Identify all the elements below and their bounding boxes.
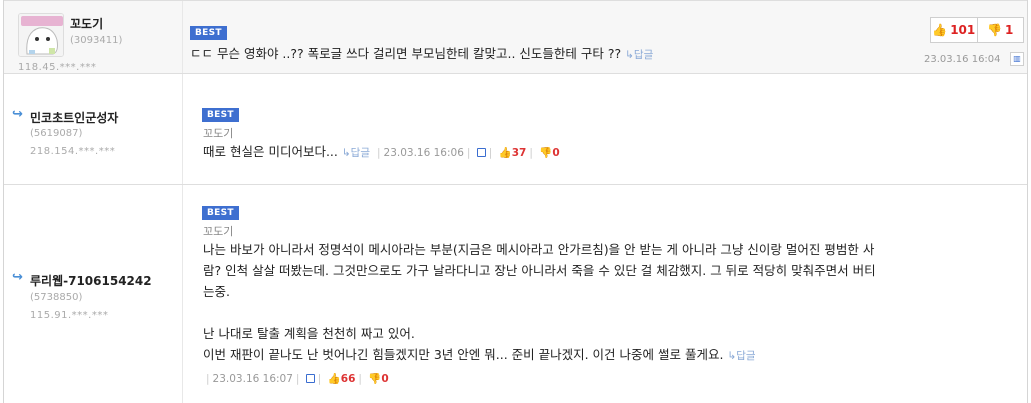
upvote-count: 66: [340, 373, 356, 385]
comment-meta: | 23.03.16 16:07 | | 👍66 | 👎0: [206, 373, 389, 385]
nickname[interactable]: 꼬도기: [70, 15, 103, 32]
thumbs-down-icon[interactable]: 👎: [368, 373, 381, 385]
reply-link[interactable]: ↳답글: [342, 147, 370, 159]
nickname[interactable]: 민코초트인군성자: [30, 109, 118, 126]
comment-body: 때로 현실은 미디어보다...: [203, 144, 338, 159]
reply-link[interactable]: ↳답글: [625, 49, 653, 61]
comment-author: 꼬도기: [203, 127, 234, 140]
comment-date: 23.03.16 16:06: [383, 147, 464, 159]
report-icon[interactable]: [305, 374, 315, 383]
comment-line: 는중.: [203, 284, 230, 299]
reply-link[interactable]: ↳답글: [727, 350, 755, 362]
best-badge: BEST: [202, 108, 239, 122]
ip-address: 218.154.***.***: [30, 146, 116, 157]
reply-arrow-icon: ↪: [12, 107, 23, 122]
downvote-count: 0: [381, 373, 389, 385]
comment-date: 23.03.16 16:07: [212, 373, 293, 385]
comment-line: 람? 인척 살살 떠봤는데. 그것만으로도 가구 날라다니고 장난 아니라서 죽…: [203, 263, 876, 278]
upvote-count: 101: [950, 23, 976, 37]
comment-list: 꼬도기 (3093411) 118.45.***.*** BEST ㄷㄷ 무슨 …: [3, 0, 1028, 403]
thumbs-up-icon: 👍: [932, 23, 948, 37]
vote-box: 👍 101 👎 1: [930, 17, 1024, 43]
best-badge: BEST: [202, 206, 239, 220]
upvote-count: 37: [511, 147, 527, 159]
reply-arrow-icon: ↪: [12, 270, 23, 285]
comment-body: ㄷㄷ 무슨 영화야 ..?? 폭로글 쓰다 걸리면 부모님한테 칼맞고.. 신도…: [190, 46, 622, 61]
downvote-button[interactable]: 👎 1: [976, 18, 1024, 42]
comment-line: 난 나대로 탈출 계획을 천천히 짜고 있어.: [203, 326, 415, 341]
comment-text: 나는 바보가 아니라서 정명석이 메시아라는 부분(지금은 메시아라고 안가르침…: [203, 239, 1013, 367]
downvote-count: 0: [552, 147, 560, 159]
thumbs-up-icon[interactable]: 👍: [328, 373, 341, 385]
thumbs-down-icon: 👎: [987, 23, 1003, 37]
comment-author-panel: 꼬도기 (3093411) 118.45.***.***: [4, 1, 182, 73]
downvote-count: 1: [1005, 23, 1014, 37]
user-id: (5738850): [30, 292, 83, 303]
column-divider: [182, 1, 183, 73]
comment-row: ↪ 루리웹-7106154242 (5738850) 115.91.***.**…: [4, 185, 1027, 403]
comment-meta: | 23.03.16 16:06 | | 👍37 | 👎0: [376, 147, 560, 159]
report-icon[interactable]: ▥: [1010, 52, 1024, 66]
user-id: (5619087): [30, 128, 83, 139]
comment-author-panel: ↪ 민코초트인군성자 (5619087) 218.154.***.***: [4, 74, 182, 184]
ip-address: 115.91.***.***: [30, 310, 109, 321]
comment-row: ↪ 민코초트인군성자 (5619087) 218.154.***.*** BES…: [4, 74, 1027, 185]
nickname[interactable]: 루리웹-7106154242: [30, 272, 152, 289]
comment-author-panel: ↪ 루리웹-7106154242 (5738850) 115.91.***.**…: [4, 185, 182, 403]
upvote-button[interactable]: 👍 101: [931, 18, 977, 42]
avatar[interactable]: [18, 13, 64, 57]
column-divider: [182, 185, 183, 403]
report-icon[interactable]: [476, 148, 486, 157]
comment-date: 23.03.16 16:04: [924, 54, 1001, 65]
best-badge: BEST: [190, 26, 227, 40]
comment-text: 때로 현실은 미디어보다... ↳답글 | 23.03.16 16:06 | | 👍…: [203, 141, 560, 164]
thumbs-down-icon[interactable]: 👎: [539, 147, 552, 159]
comment-author: 꼬도기: [203, 225, 234, 238]
thumbs-up-icon[interactable]: 👍: [499, 147, 512, 159]
column-divider: [182, 74, 183, 184]
comment-row: 꼬도기 (3093411) 118.45.***.*** BEST ㄷㄷ 무슨 …: [4, 0, 1027, 74]
user-id: (3093411): [70, 35, 123, 46]
ip-address: 118.45.***.***: [18, 62, 97, 73]
comment-line: 나는 바보가 아니라서 정명석이 메시아라는 부분(지금은 메시아라고 안가르침…: [203, 242, 875, 257]
comment-line-last: 이번 재판이 끝나도 난 벗어나긴 힘들겠지만 3년 안엔 뭐... 준비 끝나…: [203, 347, 756, 362]
comment-text: ㄷㄷ 무슨 영화야 ..?? 폭로글 쓰다 걸리면 부모님한테 칼맞고.. 신도…: [190, 43, 653, 66]
